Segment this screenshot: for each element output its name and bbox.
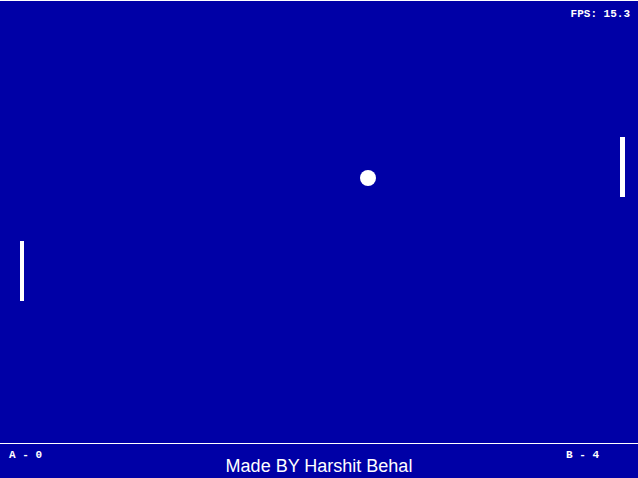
score-b: B - 4 xyxy=(566,444,599,462)
left-paddle xyxy=(20,241,24,301)
score-bar: A - 0 Made BY Harshit Behal B - 4 xyxy=(0,444,638,478)
credit-text: Made BY Harshit Behal xyxy=(226,455,413,478)
score-a: A - 0 xyxy=(9,444,226,462)
game-window: FPS: 15.3 A - 0 Made BY Harshit Behal B … xyxy=(0,0,638,478)
fps-counter: FPS: 15.3 xyxy=(571,7,630,21)
ball xyxy=(360,170,376,186)
playfield: FPS: 15.3 xyxy=(0,0,638,444)
right-paddle xyxy=(620,137,625,197)
